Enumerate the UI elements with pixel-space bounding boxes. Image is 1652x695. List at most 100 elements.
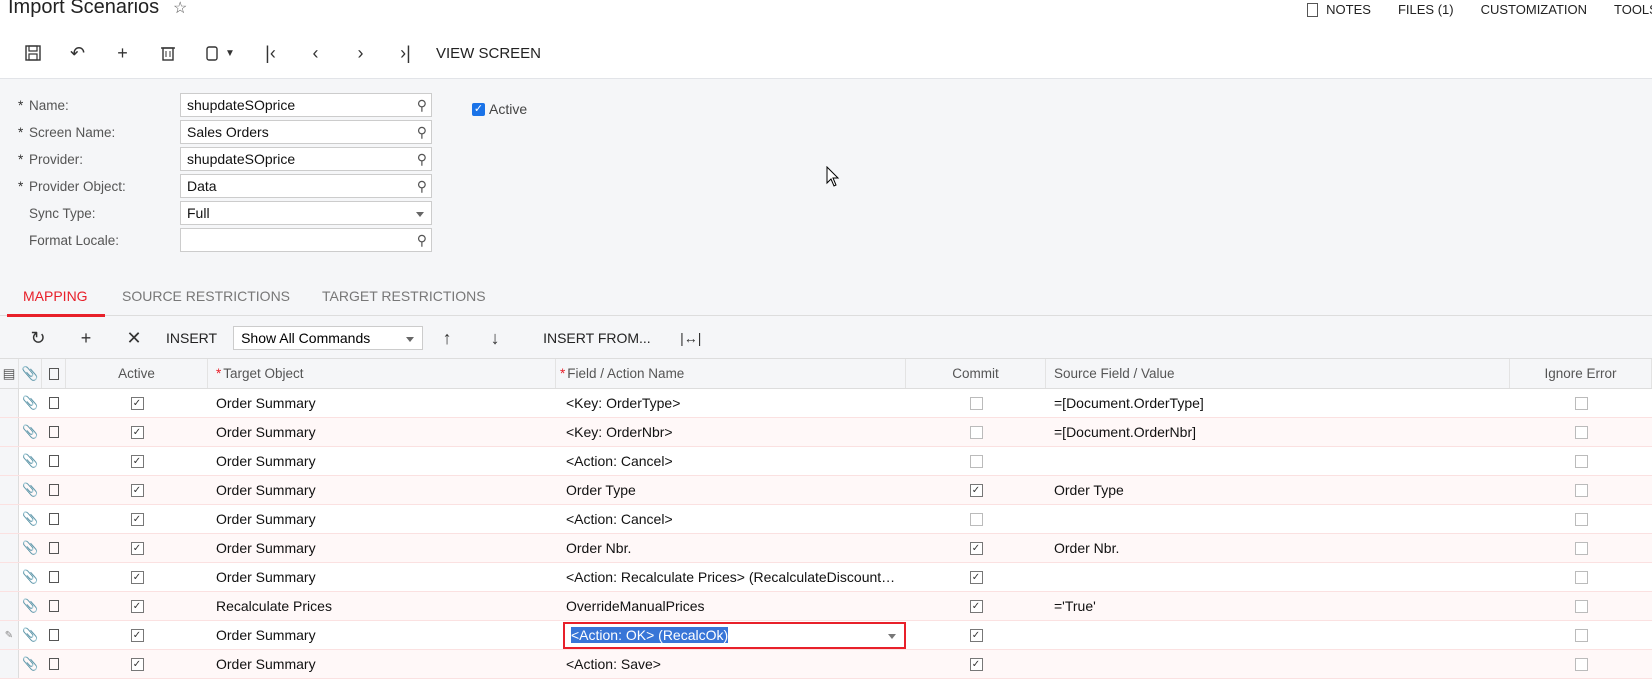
source-field-cell[interactable] [1046,505,1510,533]
note-icon[interactable] [49,426,59,438]
insert-from-button[interactable]: INSERT FROM... [543,330,651,346]
row-selector[interactable] [0,505,19,533]
first-record-icon[interactable]: |‹ [248,43,293,64]
delete-row-icon[interactable]: ✕ [110,328,158,349]
table-row[interactable]: ✎ 📎 ✓ Order Summary <Action: OK> (RecalcOk) ✓ [0,621,1652,650]
table-row[interactable]: 📎 ✓ Order Summary <Action: Cancel> [0,505,1652,534]
ignore-error-checkbox[interactable] [1574,599,1588,613]
attachment-icon[interactable]: 📎 [22,482,38,498]
tools-button[interactable]: TOOLS [1614,2,1652,17]
target-object-cell[interactable]: Order Summary [208,447,556,475]
customization-button[interactable]: CUSTOMIZATION [1481,2,1587,17]
field-action-cell[interactable]: OverrideManualPrices [556,592,906,620]
search-icon[interactable]: ⚲ [417,97,427,114]
attachment-icon[interactable]: 📎 [22,569,38,585]
row-selector-header-icon[interactable]: ▤ [0,359,19,388]
active-checkbox[interactable]: ✓ [130,512,144,526]
row-selector[interactable] [0,476,19,504]
col-ignore-error[interactable]: Ignore Error [1510,359,1652,388]
row-selector[interactable] [0,650,19,678]
row-selector[interactable]: ✎ [0,621,19,649]
search-icon[interactable]: ⚲ [417,124,427,141]
fit-columns-icon[interactable]: |↔| [667,330,715,346]
table-row[interactable]: 📎 ✓ Recalculate Prices OverrideManualPrices… [0,592,1652,621]
table-row[interactable]: 📎 ✓ Order Summary <Action: Recalculate Pric… [0,563,1652,592]
target-object-cell[interactable]: Order Summary [208,476,556,504]
attachment-icon[interactable]: 📎 [22,453,38,469]
source-field-cell[interactable]: =[Document.OrderNbr] [1046,418,1510,446]
ignore-error-checkbox[interactable] [1574,396,1588,410]
active-checkbox[interactable]: ✓ [130,570,144,584]
source-field-cell[interactable]: =[Document.OrderType] [1046,389,1510,417]
table-row[interactable]: 📎 ✓ Order Summary Order Type ✓ Order Type [0,476,1652,505]
row-selector[interactable] [0,592,19,620]
target-object-cell[interactable]: Order Summary [208,389,556,417]
target-object-cell[interactable]: Order Summary [208,418,556,446]
next-record-icon[interactable]: › [338,43,383,64]
ignore-error-checkbox[interactable] [1574,512,1588,526]
col-commit[interactable]: Commit [906,359,1046,388]
row-selector[interactable] [0,418,19,446]
table-row[interactable]: 📎 ✓ Order Summary <Action: Cancel> [0,447,1652,476]
active-checkbox[interactable]: ✓ [130,599,144,613]
commit-checkbox[interactable]: ✓ [969,570,983,584]
active-checkbox[interactable]: ✓ [130,657,144,671]
note-icon[interactable] [49,455,59,467]
sync-type-select[interactable]: Full [180,201,432,225]
commit-checkbox[interactable] [969,396,983,410]
attachment-icon[interactable]: 📎 [22,395,38,411]
prev-record-icon[interactable]: ‹ [293,43,338,64]
active-checkbox[interactable]: ✓ [130,454,144,468]
target-object-cell[interactable]: Order Summary [208,563,556,591]
add-row-icon[interactable]: + [62,328,110,349]
active-checkbox[interactable]: ✓ Active [472,101,527,117]
ignore-error-checkbox[interactable] [1574,454,1588,468]
refresh-icon[interactable]: ↻ [14,328,62,349]
row-selector[interactable] [0,389,19,417]
note-icon[interactable] [49,484,59,496]
clipboard-icon[interactable]: ▼ [190,44,248,62]
last-record-icon[interactable]: ›| [383,43,428,64]
ignore-error-checkbox[interactable] [1574,541,1588,555]
field-action-cell[interactable]: Order Nbr. [556,534,906,562]
screen-name-field[interactable]: Sales Orders ⚲ [180,120,432,144]
field-action-cell[interactable]: <Action: Cancel> [556,505,906,533]
col-active[interactable]: Active [66,359,208,388]
table-row[interactable]: 📎 ✓ Order Summary <Key: OrderType> =[Documen… [0,389,1652,418]
tab-mapping[interactable]: MAPPING [23,288,88,304]
command-filter-select[interactable]: Show All Commands [233,326,424,350]
provider-object-field[interactable]: Data ⚲ [180,174,432,198]
chevron-down-icon[interactable] [888,633,896,639]
save-icon[interactable] [10,44,55,62]
favorite-star-icon[interactable]: ☆ [173,0,187,18]
target-object-cell[interactable]: Recalculate Prices [208,592,556,620]
field-action-cell[interactable]: Order Type [556,476,906,504]
target-object-cell[interactable]: Order Summary [208,534,556,562]
note-icon[interactable] [49,397,59,409]
field-action-cell[interactable]: <Key: OrderNbr> [556,418,906,446]
ignore-error-checkbox[interactable] [1574,570,1588,584]
ignore-error-checkbox[interactable] [1574,425,1588,439]
col-field-action[interactable]: * Field / Action Name [556,359,906,388]
notes-button[interactable]: NOTES [1307,2,1371,17]
field-action-cell[interactable]: <Key: OrderType> [556,389,906,417]
note-icon[interactable] [49,542,59,554]
source-field-cell[interactable]: Order Type [1046,476,1510,504]
delete-icon[interactable] [145,44,190,62]
view-screen-button[interactable]: VIEW SCREEN [436,45,541,62]
attachment-icon[interactable]: 📎 [22,424,38,440]
note-icon[interactable] [49,658,59,670]
field-action-cell[interactable]: <Action: Save> [556,650,906,678]
name-field[interactable]: shupdateSOprice ⚲ [180,93,432,117]
attachment-icon[interactable]: 📎 [22,598,38,614]
commit-checkbox[interactable]: ✓ [969,628,983,642]
commit-checkbox[interactable]: ✓ [969,599,983,613]
source-field-cell[interactable] [1046,621,1510,649]
row-selector[interactable] [0,447,19,475]
row-selector[interactable] [0,534,19,562]
commit-checkbox[interactable]: ✓ [969,657,983,671]
source-field-cell[interactable]: ='True' [1046,592,1510,620]
tab-source-restrictions[interactable]: SOURCE RESTRICTIONS [122,288,290,304]
ignore-error-checkbox[interactable] [1574,483,1588,497]
target-object-cell[interactable]: Order Summary [208,505,556,533]
